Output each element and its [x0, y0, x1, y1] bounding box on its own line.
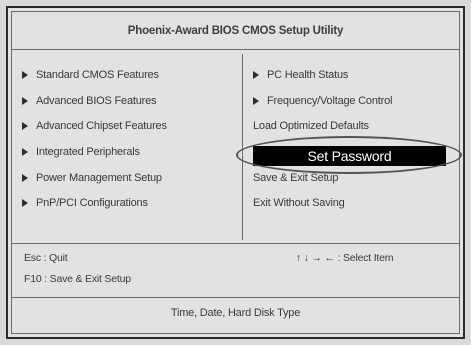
menu-item-pnp-pci-configurations[interactable]: PnP/PCI Configurations — [22, 195, 148, 211]
menu-item-exit-without-saving[interactable]: Exit Without Saving — [253, 195, 345, 211]
menu-item-pc-health-status[interactable]: PC Health Status — [253, 67, 348, 83]
item-description: Time, Date, Hard Disk Type — [170, 307, 301, 319]
menu-item-label: PC Health Status — [267, 69, 349, 81]
arrow-right-icon — [22, 71, 28, 79]
arrow-right-icon — [22, 148, 28, 156]
menu-item-label: Load Optimized Defaults — [253, 120, 369, 132]
menu-item-label: Integrated Peripherals — [36, 146, 140, 158]
arrow-right-icon — [253, 71, 259, 79]
window-title: Phoenix-Award BIOS CMOS Setup Utility — [12, 12, 459, 50]
column-divider — [242, 54, 243, 240]
arrow-right-icon — [22, 122, 28, 130]
menu-item-advanced-chipset-features[interactable]: Advanced Chipset Features — [22, 118, 167, 134]
menu-item-label: Save & Exit Setup — [253, 172, 339, 184]
menu-item-label: Standard CMOS Features — [36, 69, 159, 81]
menu-item-label: Frequency/Voltage Control — [267, 95, 393, 107]
menu-item-label: Power Management Setup — [36, 172, 162, 184]
help-navigation: ↑ ↓ → ← : Select Item — [296, 252, 394, 264]
arrow-right-icon — [22, 97, 28, 105]
bios-screen: Phoenix-Award BIOS CMOS Setup Utility St… — [0, 0, 471, 345]
menu-item-frequency-voltage-control[interactable]: Frequency/Voltage Control — [253, 93, 392, 109]
arrow-right-icon — [22, 199, 28, 207]
menu-item-save-exit-setup[interactable]: Save & Exit Setup — [253, 170, 338, 186]
menu-item-integrated-peripherals[interactable]: Integrated Peripherals — [22, 144, 140, 160]
callout-ellipse — [236, 136, 462, 174]
menu-item-power-management-setup[interactable]: Power Management Setup — [22, 170, 162, 186]
menu-item-label: Advanced Chipset Features — [36, 120, 167, 132]
menu-item-load-optimized-defaults[interactable]: Load Optimized Defaults — [253, 118, 369, 134]
menu-item-label: PnP/PCI Configurations — [36, 197, 148, 209]
arrow-right-icon — [253, 97, 259, 105]
menu-item-advanced-bios-features[interactable]: Advanced BIOS Features — [22, 93, 157, 109]
menu-item-label: Exit Without Saving — [253, 197, 345, 209]
arrow-right-icon — [22, 174, 28, 182]
help-separator — [12, 243, 459, 244]
menu-item-standard-cmos-features[interactable]: Standard CMOS Features — [22, 67, 159, 83]
menu-item-label: Advanced BIOS Features — [36, 95, 157, 107]
help-esc-quit: Esc : Quit — [24, 252, 68, 264]
help-f10-save-exit: F10 : Save & Exit Setup — [24, 273, 131, 285]
